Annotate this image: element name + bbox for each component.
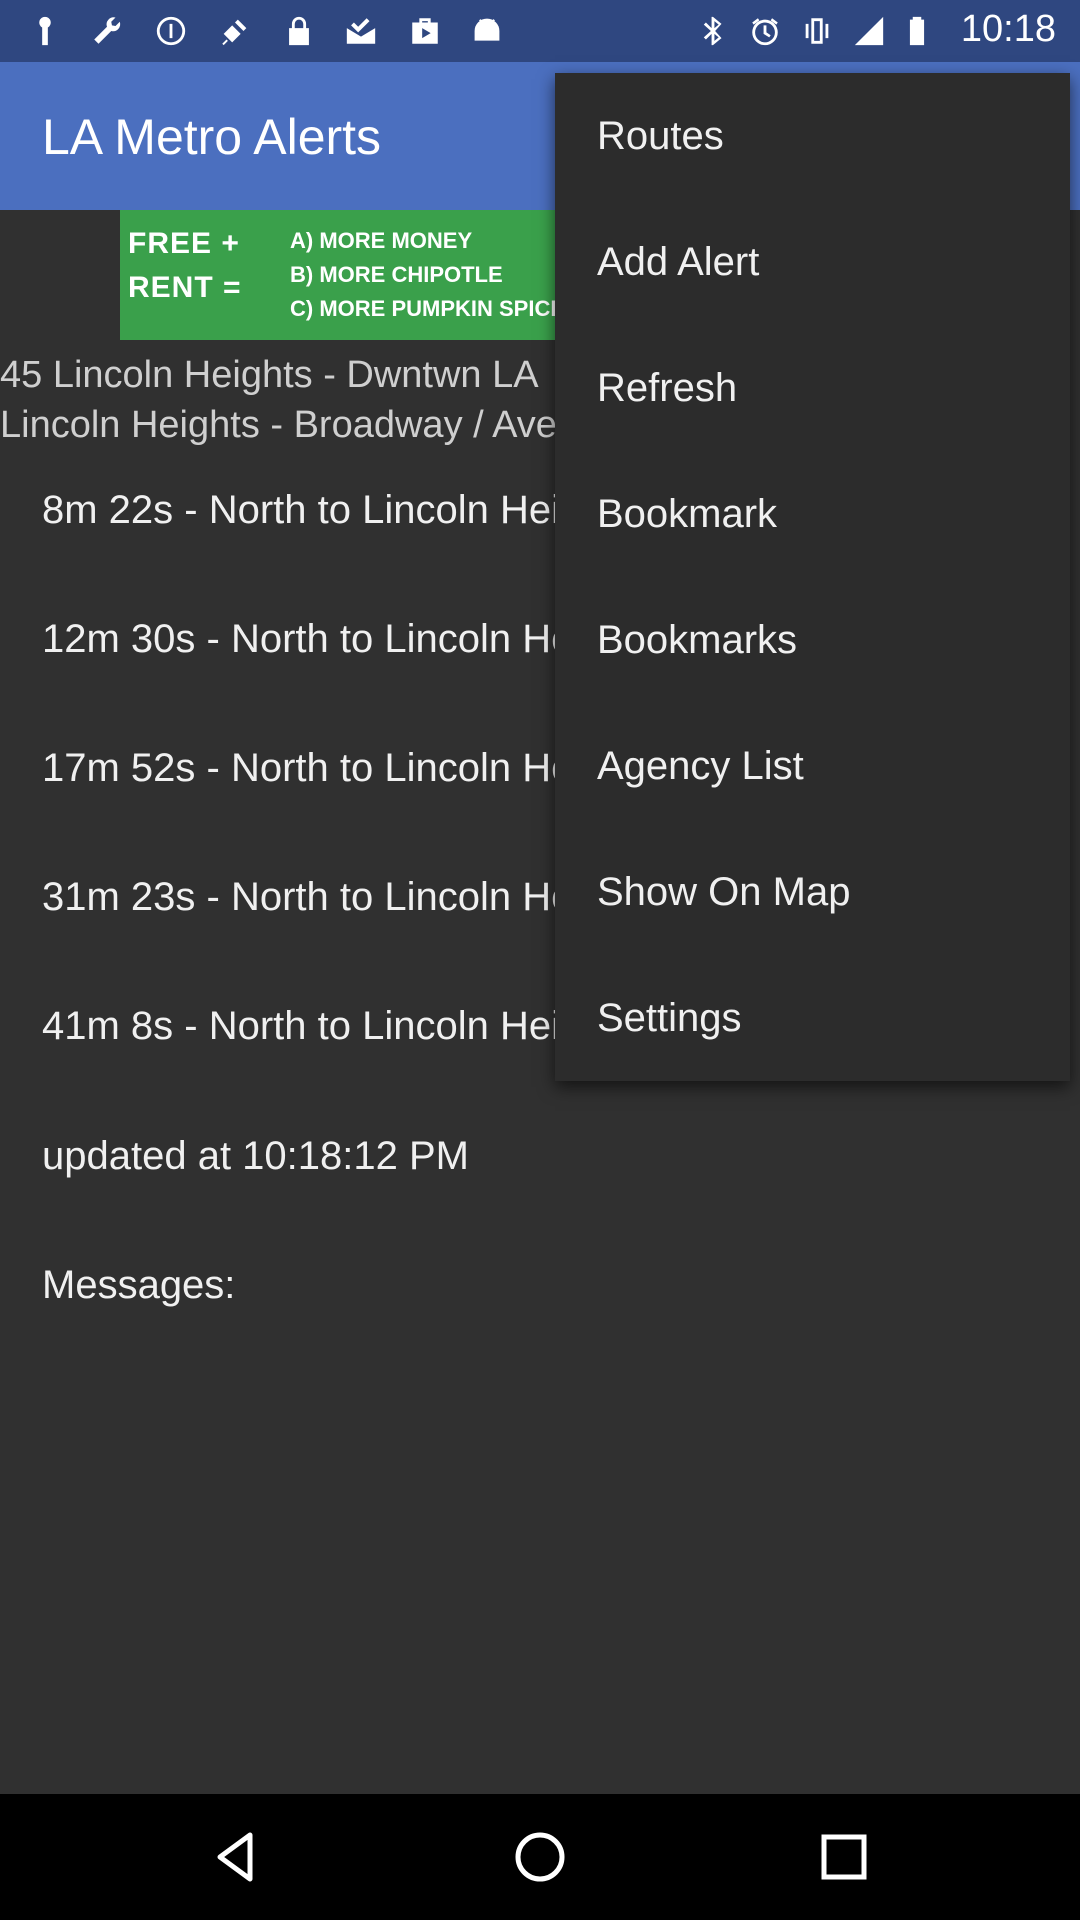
ad-right-line3: C) MORE PUMPKIN SPICE — [290, 296, 566, 321]
back-icon[interactable] — [206, 1827, 266, 1887]
overflow-menu: Routes Add Alert Refresh Bookmark Bookma… — [555, 73, 1070, 1081]
info-circle-icon — [154, 12, 188, 50]
battery-icon — [900, 12, 934, 50]
vibrate-icon — [800, 12, 834, 50]
status-bar: 10:18 — [0, 0, 1080, 62]
menu-item-add-alert[interactable]: Add Alert — [555, 199, 1070, 325]
lock-icon — [282, 12, 316, 50]
location-pin-icon — [28, 12, 62, 50]
menu-item-bookmarks[interactable]: Bookmarks — [555, 577, 1070, 703]
wrench-icon — [90, 12, 124, 50]
ad-left-line1: FREE + — [128, 227, 240, 260]
ad-right-text: A) MORE MONEY B) MORE CHIPOTLE C) MORE P… — [290, 224, 565, 326]
clock: 10:18 — [960, 8, 1056, 50]
menu-item-routes[interactable]: Routes — [555, 73, 1070, 199]
home-icon[interactable] — [510, 1827, 570, 1887]
updated-timestamp: updated at 10:18:12 PM — [42, 1134, 469, 1178]
menu-item-agency-list[interactable]: Agency List — [555, 703, 1070, 829]
navigation-bar — [0, 1794, 1080, 1920]
bluetooth-icon — [696, 12, 730, 50]
app-title: LA Metro Alerts — [42, 109, 382, 165]
alarm-icon — [748, 12, 782, 50]
prediction-item[interactable]: 41m 8s - North to Lincoln Heights — [42, 1004, 636, 1049]
prediction-item[interactable]: 8m 22s - North to Lincoln Heights — [42, 488, 636, 533]
ad-left-text: FREE + RENT = — [128, 222, 242, 310]
play-store-icon — [408, 12, 442, 50]
menu-item-bookmark[interactable]: Bookmark — [555, 451, 1070, 577]
messages-label: Messages: — [42, 1263, 236, 1307]
ad-right-line2: B) MORE CHIPOTLE — [290, 262, 503, 287]
menu-item-refresh[interactable]: Refresh — [555, 325, 1070, 451]
signal-icon — [852, 12, 886, 50]
menu-item-settings[interactable]: Settings — [555, 955, 1070, 1081]
ad-left-line2: RENT = — [128, 271, 242, 304]
menu-item-show-on-map[interactable]: Show On Map — [555, 829, 1070, 955]
recents-icon[interactable] — [814, 1827, 874, 1887]
ad-right-line1: A) MORE MONEY — [290, 228, 473, 253]
fake-gps-icon — [218, 12, 252, 50]
android-icon — [470, 12, 504, 50]
mail-check-icon — [344, 12, 378, 50]
